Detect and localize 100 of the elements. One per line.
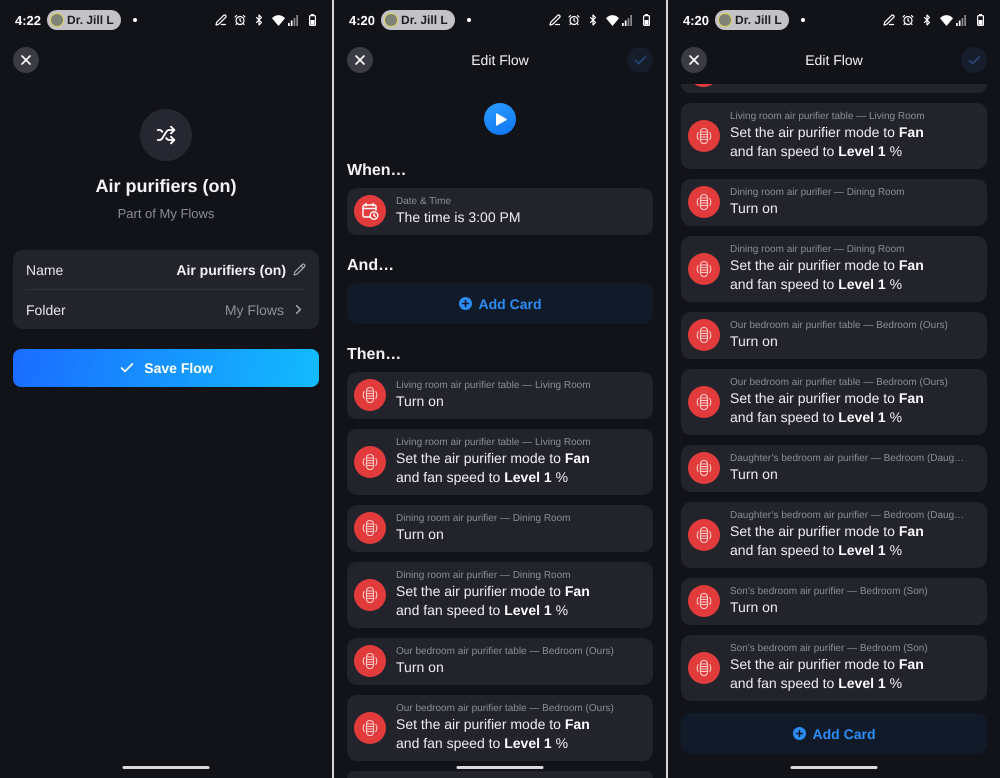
device-icon xyxy=(694,84,713,87)
flow-subtitle: Part of My Flows xyxy=(118,205,214,222)
bluetooth-icon xyxy=(587,14,599,26)
air-purifier-icon xyxy=(354,379,386,411)
card-source: Living room air purifier table — Living Room xyxy=(396,436,591,449)
flow-card[interactable]: Our bedroom air purifier table — Bedroom (Ours) Turn on xyxy=(681,312,987,359)
flow-card[interactable]: Son’s bedroom air purifier — Bedroom (Son) Set the air purifier mode to Fan and fan speed to Level 1 % xyxy=(681,635,987,701)
card-action: Turn on xyxy=(396,658,444,677)
air-purifier-icon xyxy=(354,712,386,744)
flow-card[interactable]: Daughter’s bedroom air purifier — Bedroom (Daug… Turn on xyxy=(681,445,987,492)
wifi-icon xyxy=(606,14,619,26)
card-source: Dining room air purifier — Dining Room xyxy=(730,186,905,199)
flow-card[interactable]: Our bedroom air purifier table — Bedroom (Ours) Set the air purifier mode to Fan and fan speed to Level 1 % xyxy=(347,695,653,761)
card-action: Set the air purifier mode to Fan and fan speed to Level 1 % xyxy=(396,582,590,620)
air-purifier-icon xyxy=(688,452,720,484)
field-value[interactable]: My Flows xyxy=(224,302,284,318)
signal-icon xyxy=(956,14,966,26)
pen-icon xyxy=(549,14,561,26)
flow-card[interactable]: Dining room air purifier — Dining Room Set the air purifier mode to Fan and fan speed to Level 1 % xyxy=(681,236,987,302)
card-action: Turn on xyxy=(396,525,444,544)
card-source: Son’s bedroom air purifier — Bedroom (Son) xyxy=(730,642,928,655)
flow-card[interactable]: Our bedroom air purifier table — Bedroom (Ours) Turn on xyxy=(347,638,653,685)
card-action: Set the air purifier mode to Fan and fan speed to Level 1 % xyxy=(730,522,924,560)
air-purifier-icon xyxy=(354,578,386,610)
close-button[interactable] xyxy=(13,47,39,73)
flow-card[interactable]: Dining room air purifier — Dining Room Set the air purifier mode to Fan and fan speed to Level 1 % xyxy=(347,562,653,628)
edit-icon[interactable] xyxy=(293,263,306,276)
battery-icon xyxy=(977,14,984,26)
card-action: Turn on xyxy=(730,598,778,617)
field-label: Name xyxy=(26,262,64,278)
account-chip[interactable]: Dr. Jill L xyxy=(715,10,789,30)
wifi-icon xyxy=(272,14,285,26)
status-time: 4:20 xyxy=(683,12,710,28)
card-action: Set the air purifier mode to Fan and fan speed to Level 1 % xyxy=(730,655,924,693)
flow-card[interactable]: Living room air purifier table — Living Room Set the air purifier mode to Fan and fan speed to Level 1 % xyxy=(347,429,653,495)
card-action: Turn on xyxy=(396,392,444,411)
play-icon xyxy=(496,112,507,126)
plus-icon xyxy=(792,727,806,740)
card-source: Daughter’s bedroom air purifier — Bedroom (Daug… xyxy=(730,509,964,522)
card-action: Set the air purifier mode to Fan and fan speed to Level 1 % xyxy=(730,256,924,294)
card-source: Date & Time xyxy=(396,195,452,208)
card-source: Dining room air purifier — Dining Room xyxy=(730,243,905,256)
field-label: Folder xyxy=(26,302,66,318)
notification-dot-icon xyxy=(132,18,137,22)
avatar-icon xyxy=(384,13,398,27)
card-action: The time is 3:00 PM xyxy=(396,208,520,227)
account-chip[interactable]: Dr. Jill L xyxy=(381,10,455,30)
flow-card[interactable]: Date & Time The time is 3:00 PM xyxy=(347,188,653,235)
flow-card[interactable]: Our bedroom air purifier table — Bedroom (Ours) Set the air purifier mode to Fan and fan speed to Level 1 % xyxy=(681,369,987,435)
play-button[interactable] xyxy=(484,103,516,135)
air-purifier-icon xyxy=(688,518,720,550)
avatar-icon xyxy=(718,13,732,27)
air-purifier-icon xyxy=(688,319,720,351)
close-button[interactable] xyxy=(681,47,707,73)
air-purifier-icon xyxy=(688,652,720,684)
air-purifier-icon xyxy=(354,645,386,677)
screen-title: Edit Flow xyxy=(471,52,529,68)
card-action: Turn on xyxy=(730,332,778,351)
air-purifier-icon xyxy=(688,386,720,418)
field-value[interactable]: Air purifiers (on) xyxy=(176,262,286,278)
battery-icon xyxy=(309,14,316,26)
flow-card[interactable]: Dining room air purifier — Dining Room Turn on xyxy=(347,505,653,552)
account-chip[interactable]: Dr. Jill L xyxy=(47,10,121,30)
account-name: Dr. Jill L xyxy=(735,13,782,27)
section-heading: And… xyxy=(347,256,394,276)
close-button[interactable] xyxy=(347,47,373,73)
card-action: Turn on xyxy=(730,465,778,484)
flow-card[interactable]: Daughter’s bedroom air purifier — Bedroom (Daug… Set the air purifier mode to Fan and fan speed to Level 1 % xyxy=(681,502,987,568)
section-heading: Then… xyxy=(347,345,402,365)
alarm-icon xyxy=(234,14,246,26)
flow-card[interactable]: Son’s bedroom air purifier — Bedroom (Son) Turn on xyxy=(681,578,987,625)
card-action: Turn on xyxy=(730,199,778,218)
account-name: Dr. Jill L xyxy=(67,13,114,27)
status-time: 4:20 xyxy=(349,12,376,28)
card-source: Dining room air purifier — Dining Room xyxy=(396,569,571,582)
notification-dot-icon xyxy=(800,18,805,22)
account-name: Dr. Jill L xyxy=(401,13,448,27)
bluetooth-icon xyxy=(253,14,265,26)
card-source: Our bedroom air purifier table — Bedroom (Ours) xyxy=(730,319,948,332)
avatar-icon xyxy=(50,13,64,27)
air-purifier-icon xyxy=(354,512,386,544)
alarm-icon xyxy=(902,14,914,26)
bluetooth-icon xyxy=(921,14,933,26)
alarm-icon xyxy=(568,14,580,26)
flow-card[interactable]: Dining room air purifier — Dining Room Turn on xyxy=(681,179,987,226)
flow-title: Air purifiers (on) xyxy=(95,175,236,198)
add-card-button[interactable]: Add Card xyxy=(681,713,987,754)
flow-card[interactable]: Living room air purifier table — Living Room Turn on xyxy=(347,372,653,419)
calendar-clock-icon xyxy=(354,195,386,227)
card-source: Daughter’s bedroom air purifier — Bedroom (Daug… xyxy=(730,452,964,465)
flow-card[interactable]: Living room air purifier table — Living Room Set the air purifier mode to Fan and fan speed to Level 1 % xyxy=(681,103,987,169)
card-source: Our bedroom air purifier table — Bedroom (Ours) xyxy=(396,702,614,715)
card-source: Our bedroom air purifier table — Bedroom (Ours) xyxy=(396,645,614,658)
plus-icon xyxy=(458,297,472,310)
card-source: Son’s bedroom air purifier — Bedroom (Son) xyxy=(730,585,928,598)
battery-icon xyxy=(643,14,650,26)
card-action: Set the air purifier mode to Fan and fan speed to Level 1 % xyxy=(730,389,924,427)
pen-icon xyxy=(883,14,895,26)
add-card-button[interactable]: Add Card xyxy=(347,283,653,324)
card-source: Living room air purifier table — Living Room xyxy=(730,110,925,123)
